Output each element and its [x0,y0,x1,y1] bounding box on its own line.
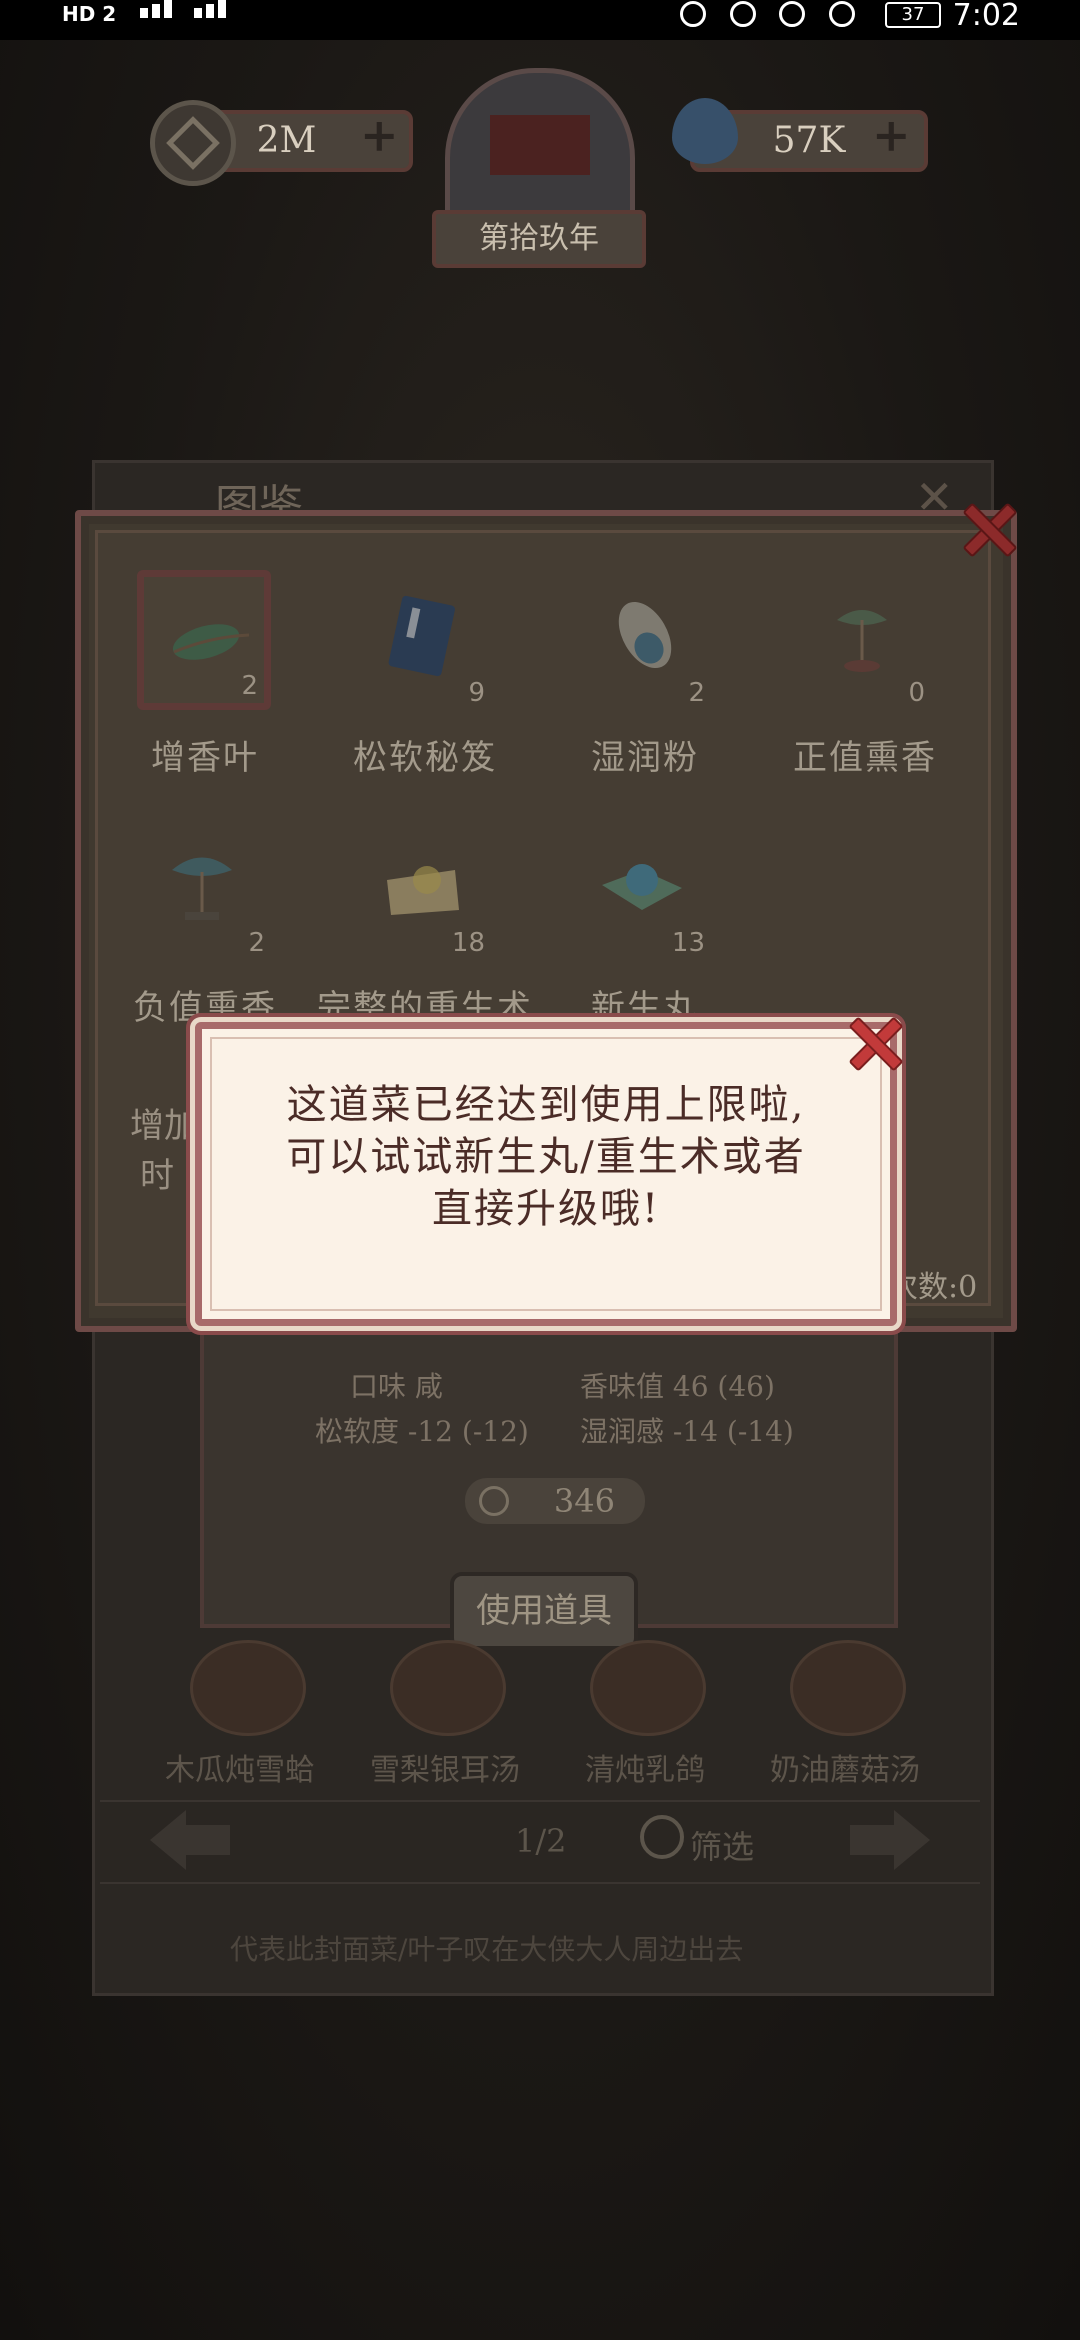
battery-icon: 37 [885,2,941,28]
hint-text: 代表此封面菜/叶子叹在大侠大人周边出去 [230,1933,744,1966]
add-water-plus-icon[interactable]: + [872,108,911,162]
stat-taste: 口味 咸 [350,1370,443,1403]
dish-2-icon[interactable] [390,1640,506,1736]
item-count: 18 [451,928,485,958]
item-count: 13 [671,928,705,958]
dialog-close-icon[interactable] [848,1016,900,1068]
pill-icon [602,864,682,910]
partial-item-label: 增加 [130,1106,198,1146]
item-label: 松软秘笈 [353,738,497,778]
dish-name: 木瓜炖雪蛤 [165,1753,315,1788]
item-cell[interactable]: 18 完整的重生术 [317,820,531,1028]
dialog-line-1: 这道菜已经达到使用上限啦, [286,1082,806,1128]
game-screen: HD 2 37 7:02 2M + 第拾玖年 57K + 图鉴 ✕ 口味 咸 香… [0,0,1080,2340]
stat-aroma: 香味值 46 (46) [580,1370,775,1403]
battery-level: 37 [901,4,925,25]
stat-softness: 松软度 -12 (-12) [315,1415,529,1448]
item-cell[interactable]: 2 湿润粉 [545,570,725,778]
item-frame: 0 [797,570,931,710]
item-label: 增香叶 [151,738,259,778]
water-drop-icon [672,98,738,164]
price-pill: 346 [465,1478,645,1524]
incense-icon [837,610,887,672]
partial-item-label: 时 [140,1156,174,1196]
pavilion-emblem-icon [445,68,635,228]
item-count: 2 [688,678,705,708]
dialog-message: 这道菜已经达到使用上限啦, 可以试试新生丸/重生术或者 直接升级哦! [222,1079,870,1235]
dialog-line-2: 可以试试新生丸/重生术或者 [286,1134,806,1180]
status-icons [680,0,880,27]
use-item-button[interactable]: 使用道具 [450,1572,638,1650]
page-indicator: 1/2 [515,1822,567,1860]
water-amount: 57K [772,120,846,161]
price-value: 346 [553,1482,615,1520]
usage-count-label: 次数:0 [888,1270,978,1305]
coin-icon [150,100,236,186]
stat-moisture: 湿润感 -14 (-14) [580,1415,794,1448]
item-count: 0 [908,678,925,708]
dish-name: 奶油蘑菇汤 [770,1753,920,1788]
item-frame: 2 [137,820,271,960]
item-cell[interactable]: 9 松软秘笈 [325,570,505,778]
search-icon[interactable] [640,1815,684,1859]
item-count: 9 [468,678,485,708]
limit-reached-dialog: 这道菜已经达到使用上限啦, 可以试试新生丸/重生术或者 直接升级哦! [195,1022,897,1326]
item-count: 2 [241,671,258,701]
add-coins-plus-icon[interactable]: + [360,108,399,162]
powder-pouch-icon [618,601,672,669]
coin-icon [479,1486,509,1516]
dish-4-icon[interactable] [790,1640,906,1736]
year-banner: 第拾玖年 [432,210,646,268]
bluetooth-icon [828,1,855,27]
item-frame: 18 [357,820,491,960]
coin-amount: 2M [256,120,317,161]
item-label: 正值熏香 [793,738,937,778]
dish-1-icon[interactable] [190,1640,306,1736]
item-cell[interactable]: 2 负值熏香 [105,820,285,1028]
item-cell[interactable]: 13 新生丸 [545,820,725,1028]
dish-name: 清炖乳鸽 [585,1753,705,1788]
network-label: HD 2 [62,2,117,26]
scroll-icon [387,866,459,915]
status-bar: HD 2 37 7:02 [0,0,1080,40]
item-cell[interactable]: 2 增香叶 [105,570,285,778]
items-close-icon[interactable] [962,502,1014,554]
eye-icon [680,1,706,27]
item-frame-selected: 2 [137,570,271,710]
mute-icon [779,1,806,27]
item-frame: 13 [577,820,711,960]
item-frame: 2 [577,570,711,710]
clock: 7:02 [952,0,1020,33]
item-label: 湿润粉 [591,738,699,778]
book-icon [388,595,455,677]
dish-name: 雪梨银耳汤 [370,1753,520,1788]
item-cell[interactable]: 0 正值熏香 [765,570,945,778]
item-frame: 9 [357,570,491,710]
item-count: 2 [248,928,265,958]
dish-3-icon[interactable] [590,1640,706,1736]
alarm-icon [729,1,756,27]
signal-icon [130,0,250,22]
filter-label[interactable]: 筛选 [690,1822,754,1868]
incense-icon [172,857,232,920]
dialog-line-3: 直接升级哦! [431,1186,661,1232]
